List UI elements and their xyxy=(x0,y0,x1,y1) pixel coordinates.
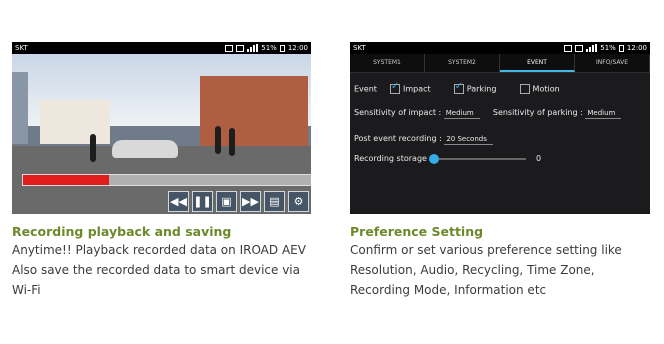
preference-line: Resolution, Audio, Recycling, Time Zone, xyxy=(350,263,595,277)
sensitivity-parking-select[interactable]: Medium xyxy=(585,109,622,119)
impact-label: Impact xyxy=(403,84,431,94)
notification-icon xyxy=(225,44,234,52)
motion-checkbox[interactable] xyxy=(519,84,530,94)
playback-controls: ◀◀ ❚❚ ▣ ▶▶ ▤ ⚙ xyxy=(168,191,309,212)
sensitivity-row: Sensitivity of impact : Medium Sensitivi… xyxy=(354,108,622,119)
building-left xyxy=(40,100,110,144)
tab-info-save[interactable]: INFO/SAVE xyxy=(575,54,650,72)
motion-label: Motion xyxy=(532,84,560,94)
playback-line: Anytime!! Playback recorded data on IROA… xyxy=(12,243,306,257)
sensitivity-impact-select[interactable]: Medium xyxy=(443,109,480,119)
battery-label: 51% xyxy=(261,44,277,52)
progress-fill xyxy=(23,175,110,185)
playback-progress-bar[interactable] xyxy=(22,174,311,186)
alarm-icon xyxy=(236,44,245,52)
post-event-select[interactable]: 20 Seconds xyxy=(444,135,493,145)
preference-line: Recording Mode, Information etc xyxy=(350,283,547,297)
status-bar: SKT 51% 12:00 xyxy=(12,42,311,54)
playback-caption: Recording playback and saving Anytime!! … xyxy=(12,224,311,300)
storage-slider-thumb[interactable] xyxy=(429,154,439,164)
signal-icon xyxy=(586,44,598,52)
sensitivity-parking-label: Sensitivity of parking : xyxy=(492,108,583,117)
car xyxy=(112,140,178,158)
storage-value: 0 xyxy=(536,154,542,163)
battery-label: 51% xyxy=(600,44,616,52)
playback-screenshot: SKT 51% 12:00 ◀◀ ❚❚ ▣ ▶▶ ▤ ⚙ xyxy=(12,42,311,214)
time-label: 12:00 xyxy=(626,44,647,52)
event-row: Event Impact Parking Motion xyxy=(354,81,560,94)
storage-slider-track[interactable] xyxy=(436,158,526,160)
settings-icon[interactable]: ⚙ xyxy=(288,191,309,212)
rewind-icon[interactable]: ◀◀ xyxy=(168,191,189,212)
battery-icon xyxy=(618,44,624,52)
save-icon[interactable]: ▤ xyxy=(264,191,285,212)
alarm-icon xyxy=(575,44,584,52)
battery-icon xyxy=(279,44,285,52)
pedestrian xyxy=(215,126,221,154)
pedestrian xyxy=(229,128,235,156)
status-bar: SKT 51% 12:00 xyxy=(350,42,650,54)
fullscreen-icon[interactable]: ▣ xyxy=(216,191,237,212)
parking-checkbox[interactable] xyxy=(453,81,464,94)
playback-line: Also save the recorded data to smart dev… xyxy=(12,263,300,277)
tab-system1[interactable]: SYSTEM1 xyxy=(350,54,425,72)
preference-title: Preference Setting xyxy=(350,224,484,239)
pause-icon[interactable]: ❚❚ xyxy=(192,191,213,212)
playback-feature-panel: SKT 51% 12:00 ◀◀ ❚❚ ▣ ▶▶ ▤ ⚙ Recording p… xyxy=(12,42,311,300)
sensitivity-impact-label: Sensitivity of impact : xyxy=(354,108,442,117)
carrier-label: SKT xyxy=(15,44,28,52)
tab-system2[interactable]: SYSTEM2 xyxy=(425,54,500,72)
video-frame[interactable]: ◀◀ ❚❚ ▣ ▶▶ ▤ ⚙ xyxy=(12,54,311,214)
post-event-label: Post event recording : xyxy=(354,134,442,143)
preference-caption: Preference Setting Confirm or set variou… xyxy=(350,224,650,300)
settings-tabs: SYSTEM1 SYSTEM2 EVENT INFO/SAVE xyxy=(350,54,650,73)
event-label: Event xyxy=(354,84,377,94)
preference-line: Confirm or set various preference settin… xyxy=(350,243,622,257)
signal-icon xyxy=(247,44,259,52)
carrier-label: SKT xyxy=(353,44,366,52)
settings-screenshot: SKT 51% 12:00 SYSTEM1 SYSTEM2 EVENT INFO… xyxy=(350,42,650,214)
pedestrian xyxy=(90,134,96,162)
preference-feature-panel: SKT 51% 12:00 SYSTEM1 SYSTEM2 EVENT INFO… xyxy=(350,42,650,300)
playback-line: Wi-Fi xyxy=(12,283,41,297)
settings-screen: SYSTEM1 SYSTEM2 EVENT INFO/SAVE Event Im… xyxy=(350,54,650,214)
time-label: 12:00 xyxy=(287,44,308,52)
playback-title: Recording playback and saving xyxy=(12,224,232,239)
post-event-row: Post event recording : 20 Seconds xyxy=(354,134,493,145)
impact-checkbox[interactable] xyxy=(390,81,401,94)
parking-label: Parking xyxy=(466,84,497,94)
notification-icon xyxy=(564,44,573,52)
tab-event[interactable]: EVENT xyxy=(500,54,575,72)
tower xyxy=(12,72,28,144)
storage-label: Recording storage : xyxy=(354,154,433,163)
forward-icon[interactable]: ▶▶ xyxy=(240,191,261,212)
